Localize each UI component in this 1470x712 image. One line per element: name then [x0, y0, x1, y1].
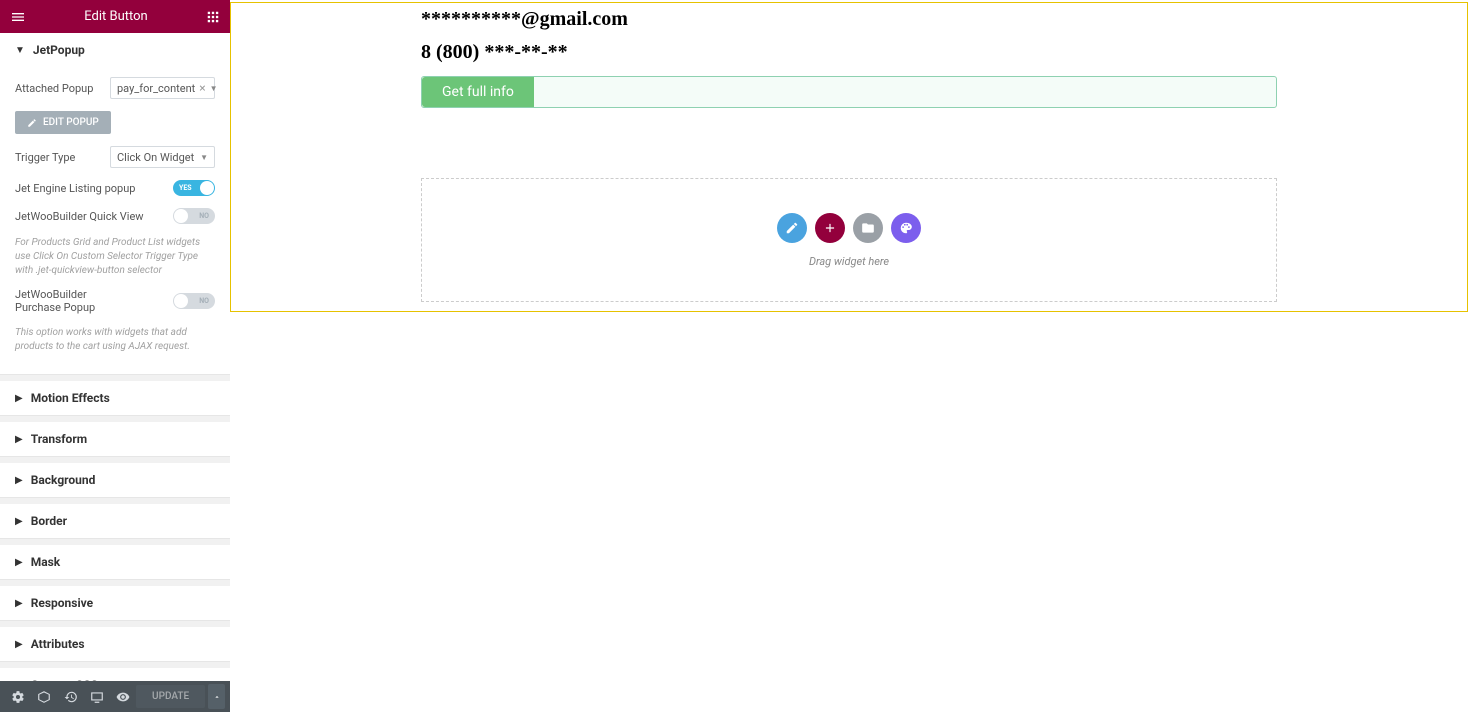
section-background-header[interactable]: ▶ Background [0, 463, 230, 497]
phone-text: 8 (800) ***-**-** [421, 41, 1277, 64]
quickview-label: JetWooBuilder Quick View [15, 210, 144, 223]
section-customcss: ▶ Custom CSS [0, 668, 230, 681]
navigator-icon[interactable] [31, 683, 57, 711]
section-jetpopup: ▼ JetPopup Attached Popup pay_for_conten… [0, 33, 230, 375]
drag-widget-text: Drag widget here [809, 255, 889, 268]
attached-popup-select[interactable]: pay_for_content × ▼ [110, 77, 215, 99]
add-drop-icon[interactable] [815, 213, 845, 243]
caret-right-icon: ▶ [15, 639, 23, 650]
sidebar: Edit Button ▼ JetPopup Attached Popup pa… [0, 0, 230, 712]
edit-popup-button[interactable]: EDIT POPUP [15, 111, 111, 134]
canvas-section[interactable]: **********@gmail.com 8 (800) ***-**-** G… [230, 2, 1468, 312]
menu-icon[interactable] [10, 9, 26, 25]
drop-zone[interactable]: Drag widget here [421, 178, 1277, 302]
caret-right-icon: ▶ [15, 516, 23, 527]
section-attributes-header[interactable]: ▶ Attributes [0, 627, 230, 661]
attached-popup-label: Attached Popup [15, 82, 93, 95]
jet-engine-toggle[interactable]: YES [173, 180, 215, 196]
page-title: Edit Button [84, 9, 147, 24]
section-transform-header[interactable]: ▶ Transform [0, 422, 230, 456]
section-border: ▶ Border [0, 504, 230, 539]
purchase-label: JetWooBuilder Purchase Popup [15, 288, 125, 314]
section-background: ▶ Background [0, 463, 230, 498]
caret-right-icon: ▶ [15, 475, 23, 486]
update-button[interactable]: UPDATE [136, 685, 205, 708]
section-attributes: ▶ Attributes [0, 627, 230, 662]
section-motion-header[interactable]: ▶ Motion Effects [0, 381, 230, 415]
quickview-help: For Products Grid and Product List widge… [15, 236, 215, 278]
theme-drop-icon[interactable] [891, 213, 921, 243]
trigger-type-label: Trigger Type [15, 151, 75, 164]
trigger-type-select[interactable]: Click On Widget ▼ [110, 146, 215, 168]
purchase-help: This option works with widgets that add … [15, 326, 215, 354]
button-container: Get full info [421, 76, 1277, 108]
clear-icon[interactable]: × [199, 81, 205, 95]
sidebar-footer: UPDATE [0, 681, 230, 712]
sidebar-header: Edit Button [0, 0, 230, 33]
sidebar-content: ▼ JetPopup Attached Popup pay_for_conten… [0, 33, 230, 681]
caret-right-icon: ▶ [15, 393, 23, 404]
responsive-icon[interactable] [84, 683, 110, 711]
edit-drop-icon[interactable] [777, 213, 807, 243]
caret-right-icon: ▶ [15, 434, 23, 445]
section-border-header[interactable]: ▶ Border [0, 504, 230, 538]
section-responsive-header[interactable]: ▶ Responsive [0, 586, 230, 620]
history-icon[interactable] [57, 683, 83, 711]
chevron-down-icon: ▼ [210, 84, 218, 93]
purchase-toggle[interactable]: NO [173, 293, 215, 309]
caret-right-icon: ▶ [15, 598, 23, 609]
update-dropdown[interactable] [208, 684, 225, 709]
section-mask: ▶ Mask [0, 545, 230, 580]
caret-down-icon: ▼ [15, 45, 25, 56]
settings-icon[interactable] [5, 683, 31, 711]
section-transform: ▶ Transform [0, 422, 230, 457]
section-responsive: ▶ Responsive [0, 586, 230, 621]
preview-icon[interactable] [110, 683, 136, 711]
folder-drop-icon[interactable] [853, 213, 883, 243]
section-motion: ▶ Motion Effects [0, 381, 230, 416]
chevron-down-icon: ▼ [200, 153, 208, 162]
get-full-info-button[interactable]: Get full info [422, 77, 534, 107]
section-mask-header[interactable]: ▶ Mask [0, 545, 230, 579]
grid-icon[interactable] [206, 10, 220, 24]
section-jetpopup-header[interactable]: ▼ JetPopup [0, 33, 230, 67]
quickview-toggle[interactable]: NO [173, 208, 215, 224]
email-text: **********@gmail.com [421, 8, 1277, 31]
jet-engine-label: Jet Engine Listing popup [15, 182, 135, 195]
section-customcss-header[interactable]: ▶ Custom CSS [0, 668, 230, 681]
caret-right-icon: ▶ [15, 557, 23, 568]
canvas: **********@gmail.com 8 (800) ***-**-** G… [230, 0, 1470, 712]
